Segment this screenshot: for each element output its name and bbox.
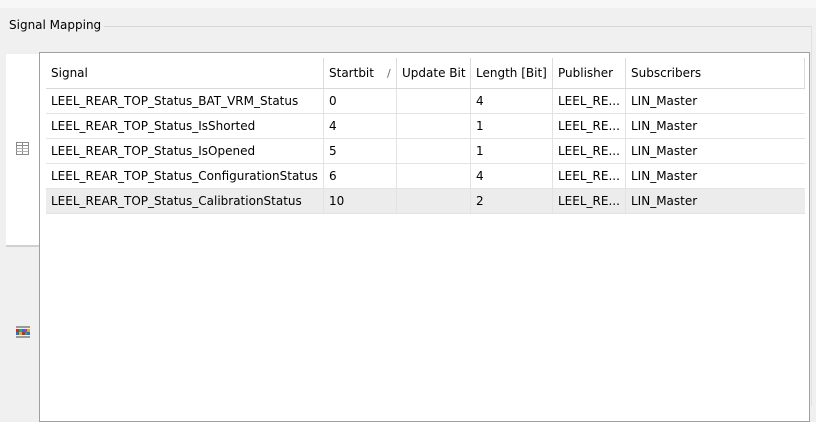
column-header-subscribers[interactable]: Subscribers: [626, 58, 805, 88]
cell-publisher: LEEL_RE...: [553, 139, 626, 163]
table-row-selected[interactable]: LEEL_REAR_TOP_Status_CalibrationStatus 1…: [46, 189, 805, 214]
cell-signal: LEEL_REAR_TOP_Status_IsShorted: [46, 114, 324, 138]
table-row[interactable]: LEEL_REAR_TOP_Status_IsShorted 4 1 LEEL_…: [46, 114, 805, 139]
column-header-startbit[interactable]: Startbit /: [324, 58, 397, 88]
cell-signal: LEEL_REAR_TOP_Status_BAT_VRM_Status: [46, 89, 324, 113]
sort-indicator-icon: /: [386, 66, 391, 80]
cell-update-bit: [397, 89, 471, 113]
column-header-length[interactable]: Length [Bit]: [471, 58, 553, 88]
cell-subscribers: LIN_Master: [631, 94, 698, 108]
cell-signal: LEEL_REAR_TOP_Status_IsOpened: [46, 139, 324, 163]
column-header-publisher[interactable]: Publisher: [553, 58, 626, 88]
cell-update-bit: [397, 189, 471, 213]
cell-startbit: 6: [324, 164, 397, 188]
column-header-signal[interactable]: Signal: [46, 58, 324, 88]
cell-startbit: 4: [324, 114, 397, 138]
cell-startbit: 0: [324, 89, 397, 113]
table-row[interactable]: LEEL_REAR_TOP_Status_IsOpened 5 1 LEEL_R…: [46, 139, 805, 164]
bit-map-icon: [15, 326, 30, 341]
column-header-update-bit[interactable]: Update Bit: [397, 58, 471, 88]
cell-length: 1: [471, 114, 553, 138]
view-tabs: [6, 54, 40, 420]
cell-update-bit: [397, 114, 471, 138]
cell-startbit: 5: [324, 139, 397, 163]
cell-signal: LEEL_REAR_TOP_Status_ConfigurationStatus: [46, 164, 324, 188]
top-strip: [0, 0, 816, 8]
cell-length: 4: [471, 164, 553, 188]
cell-publisher: LEEL_RE...: [553, 164, 626, 188]
cell-subscribers: LIN_Master: [631, 194, 698, 208]
tab-bit-map-view[interactable]: [6, 247, 40, 420]
cell-signal: LEEL_REAR_TOP_Status_CalibrationStatus: [46, 189, 324, 213]
table-icon: [16, 141, 29, 158]
cell-subscribers: LIN_Master: [631, 144, 698, 158]
cell-length: 4: [471, 89, 553, 113]
cell-publisher: LEEL_RE...: [553, 189, 626, 213]
cell-length: 2: [471, 189, 553, 213]
cell-update-bit: [397, 164, 471, 188]
signal-mapping-group: Signal Mapping Signal Startbit / Update …: [0, 18, 812, 422]
cell-update-bit: [397, 139, 471, 163]
table-header: Signal Startbit / Update Bit Length [Bit]…: [46, 58, 805, 89]
group-border-right: [811, 26, 812, 406]
cell-publisher: LEEL_RE...: [553, 89, 626, 113]
signal-table: Signal Startbit / Update Bit Length [Bit]…: [46, 58, 805, 214]
cell-startbit: 10: [324, 189, 397, 213]
tab-table-view[interactable]: [6, 54, 40, 245]
cell-subscribers: LIN_Master: [631, 169, 698, 183]
table-row[interactable]: LEEL_REAR_TOP_Status_ConfigurationStatus…: [46, 164, 805, 189]
cell-length: 1: [471, 139, 553, 163]
table-row[interactable]: LEEL_REAR_TOP_Status_BAT_VRM_Status 0 4 …: [46, 89, 805, 114]
cell-publisher: LEEL_RE...: [553, 114, 626, 138]
cell-subscribers: LIN_Master: [631, 119, 698, 133]
group-border: [102, 26, 812, 27]
group-title: Signal Mapping: [6, 18, 105, 32]
signal-table-frame: Signal Startbit / Update Bit Length [Bit]…: [39, 52, 810, 422]
